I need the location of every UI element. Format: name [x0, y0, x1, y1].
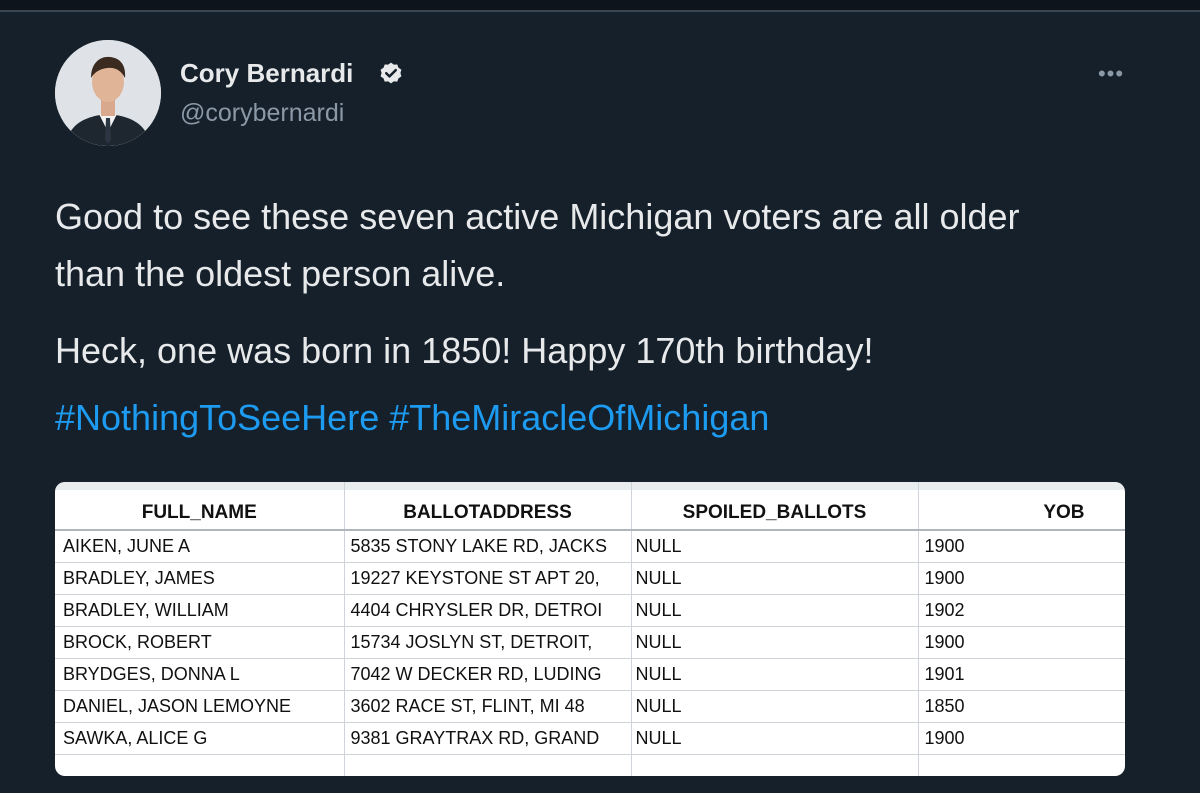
tweet-text-line: Heck, one was born in 1850! Happy 170th … — [55, 330, 874, 371]
cell-spoiled-ballots: NULL — [631, 658, 919, 691]
user-handle[interactable]: @corybernardi — [180, 99, 344, 128]
display-name[interactable]: Cory Bernardi — [180, 58, 353, 89]
table-header-row: FULL_NAME BALLOTADDRESS SPOILED_BALLOTS … — [55, 482, 1125, 531]
cell-ballot-address: 5835 STONY LAKE RD, JACKS — [344, 530, 632, 563]
tweet-text-line: than the oldest person alive. — [55, 253, 506, 294]
cell-full-name: SAWKA, ALICE G — [55, 722, 345, 755]
cell-yob: 1902 — [918, 594, 1125, 627]
empty-table-row — [55, 754, 1125, 776]
cell-spoiled-ballots: NULL — [631, 626, 919, 659]
verified-badge-icon — [378, 61, 404, 87]
more-options-icon[interactable]: ••• — [1094, 60, 1128, 88]
cell-spoiled-ballots: NULL — [631, 690, 919, 723]
cell-full-name: BRADLEY, WILLIAM — [55, 594, 345, 627]
cell-spoiled-ballots: NULL — [631, 722, 919, 755]
hashtags: #NothingToSeeHere #TheMiracleOfMichigan — [55, 389, 769, 446]
table-row: BRADLEY, JAMES 19227 KEYSTONE ST APT 20,… — [55, 562, 1125, 595]
table-row: BRYDGES, DONNA L 7042 W DECKER RD, LUDIN… — [55, 658, 1125, 691]
cell-ballot-address: 3602 RACE ST, FLINT, MI 48 — [344, 690, 632, 723]
avatar[interactable] — [55, 40, 161, 146]
empty-cell — [55, 754, 345, 776]
cell-full-name: DANIEL, JASON LEMOYNE — [55, 690, 345, 723]
empty-cell — [918, 754, 1125, 776]
cell-ballot-address: 4404 CHRYSLER DR, DETROI — [344, 594, 632, 627]
cell-yob: 1901 — [918, 658, 1125, 691]
table-row: SAWKA, ALICE G 9381 GRAYTRAX RD, GRAND N… — [55, 722, 1125, 755]
cell-spoiled-ballots: NULL — [631, 530, 919, 563]
column-header: FULL_NAME — [55, 482, 345, 531]
attached-image-spreadsheet[interactable]: FULL_NAME BALLOTADDRESS SPOILED_BALLOTS … — [55, 482, 1125, 776]
cell-ballot-address: 9381 GRAYTRAX RD, GRAND — [344, 722, 632, 755]
hashtag-link[interactable]: #TheMiracleOfMichigan — [389, 397, 769, 438]
divider — [0, 10, 1200, 12]
table-row: BRADLEY, WILLIAM 4404 CHRYSLER DR, DETRO… — [55, 594, 1125, 627]
cell-full-name: BROCK, ROBERT — [55, 626, 345, 659]
table-row: DANIEL, JASON LEMOYNE 3602 RACE ST, FLIN… — [55, 690, 1125, 723]
cell-yob: 1900 — [918, 562, 1125, 595]
column-header: YOB — [918, 482, 1125, 531]
voter-table: FULL_NAME BALLOTADDRESS SPOILED_BALLOTS … — [55, 482, 1125, 776]
cell-yob: 1900 — [918, 722, 1125, 755]
tweet-text-line: Good to see these seven active Michigan … — [55, 196, 1020, 237]
cell-yob: 1900 — [918, 530, 1125, 563]
cell-spoiled-ballots: NULL — [631, 594, 919, 627]
cell-full-name: BRADLEY, JAMES — [55, 562, 345, 595]
empty-cell — [631, 754, 919, 776]
profile-photo-icon — [55, 40, 161, 146]
cell-ballot-address: 15734 JOSLYN ST, DETROIT, — [344, 626, 632, 659]
cell-ballot-address: 19227 KEYSTONE ST APT 20, — [344, 562, 632, 595]
cell-full-name: AIKEN, JUNE A — [55, 530, 345, 563]
cell-ballot-address: 7042 W DECKER RD, LUDING — [344, 658, 632, 691]
cell-full-name: BRYDGES, DONNA L — [55, 658, 345, 691]
table-row: AIKEN, JUNE A 5835 STONY LAKE RD, JACKS … — [55, 530, 1125, 563]
table-row: BROCK, ROBERT 15734 JOSLYN ST, DETROIT, … — [55, 626, 1125, 659]
hashtag-link[interactable]: #NothingToSeeHere — [55, 397, 379, 438]
cell-yob: 1900 — [918, 626, 1125, 659]
cell-yob: 1850 — [918, 690, 1125, 723]
window-top-bar — [0, 0, 1200, 10]
cell-spoiled-ballots: NULL — [631, 562, 919, 595]
empty-cell — [344, 754, 632, 776]
column-header: BALLOTADDRESS — [344, 482, 632, 531]
column-header: SPOILED_BALLOTS — [631, 482, 919, 531]
